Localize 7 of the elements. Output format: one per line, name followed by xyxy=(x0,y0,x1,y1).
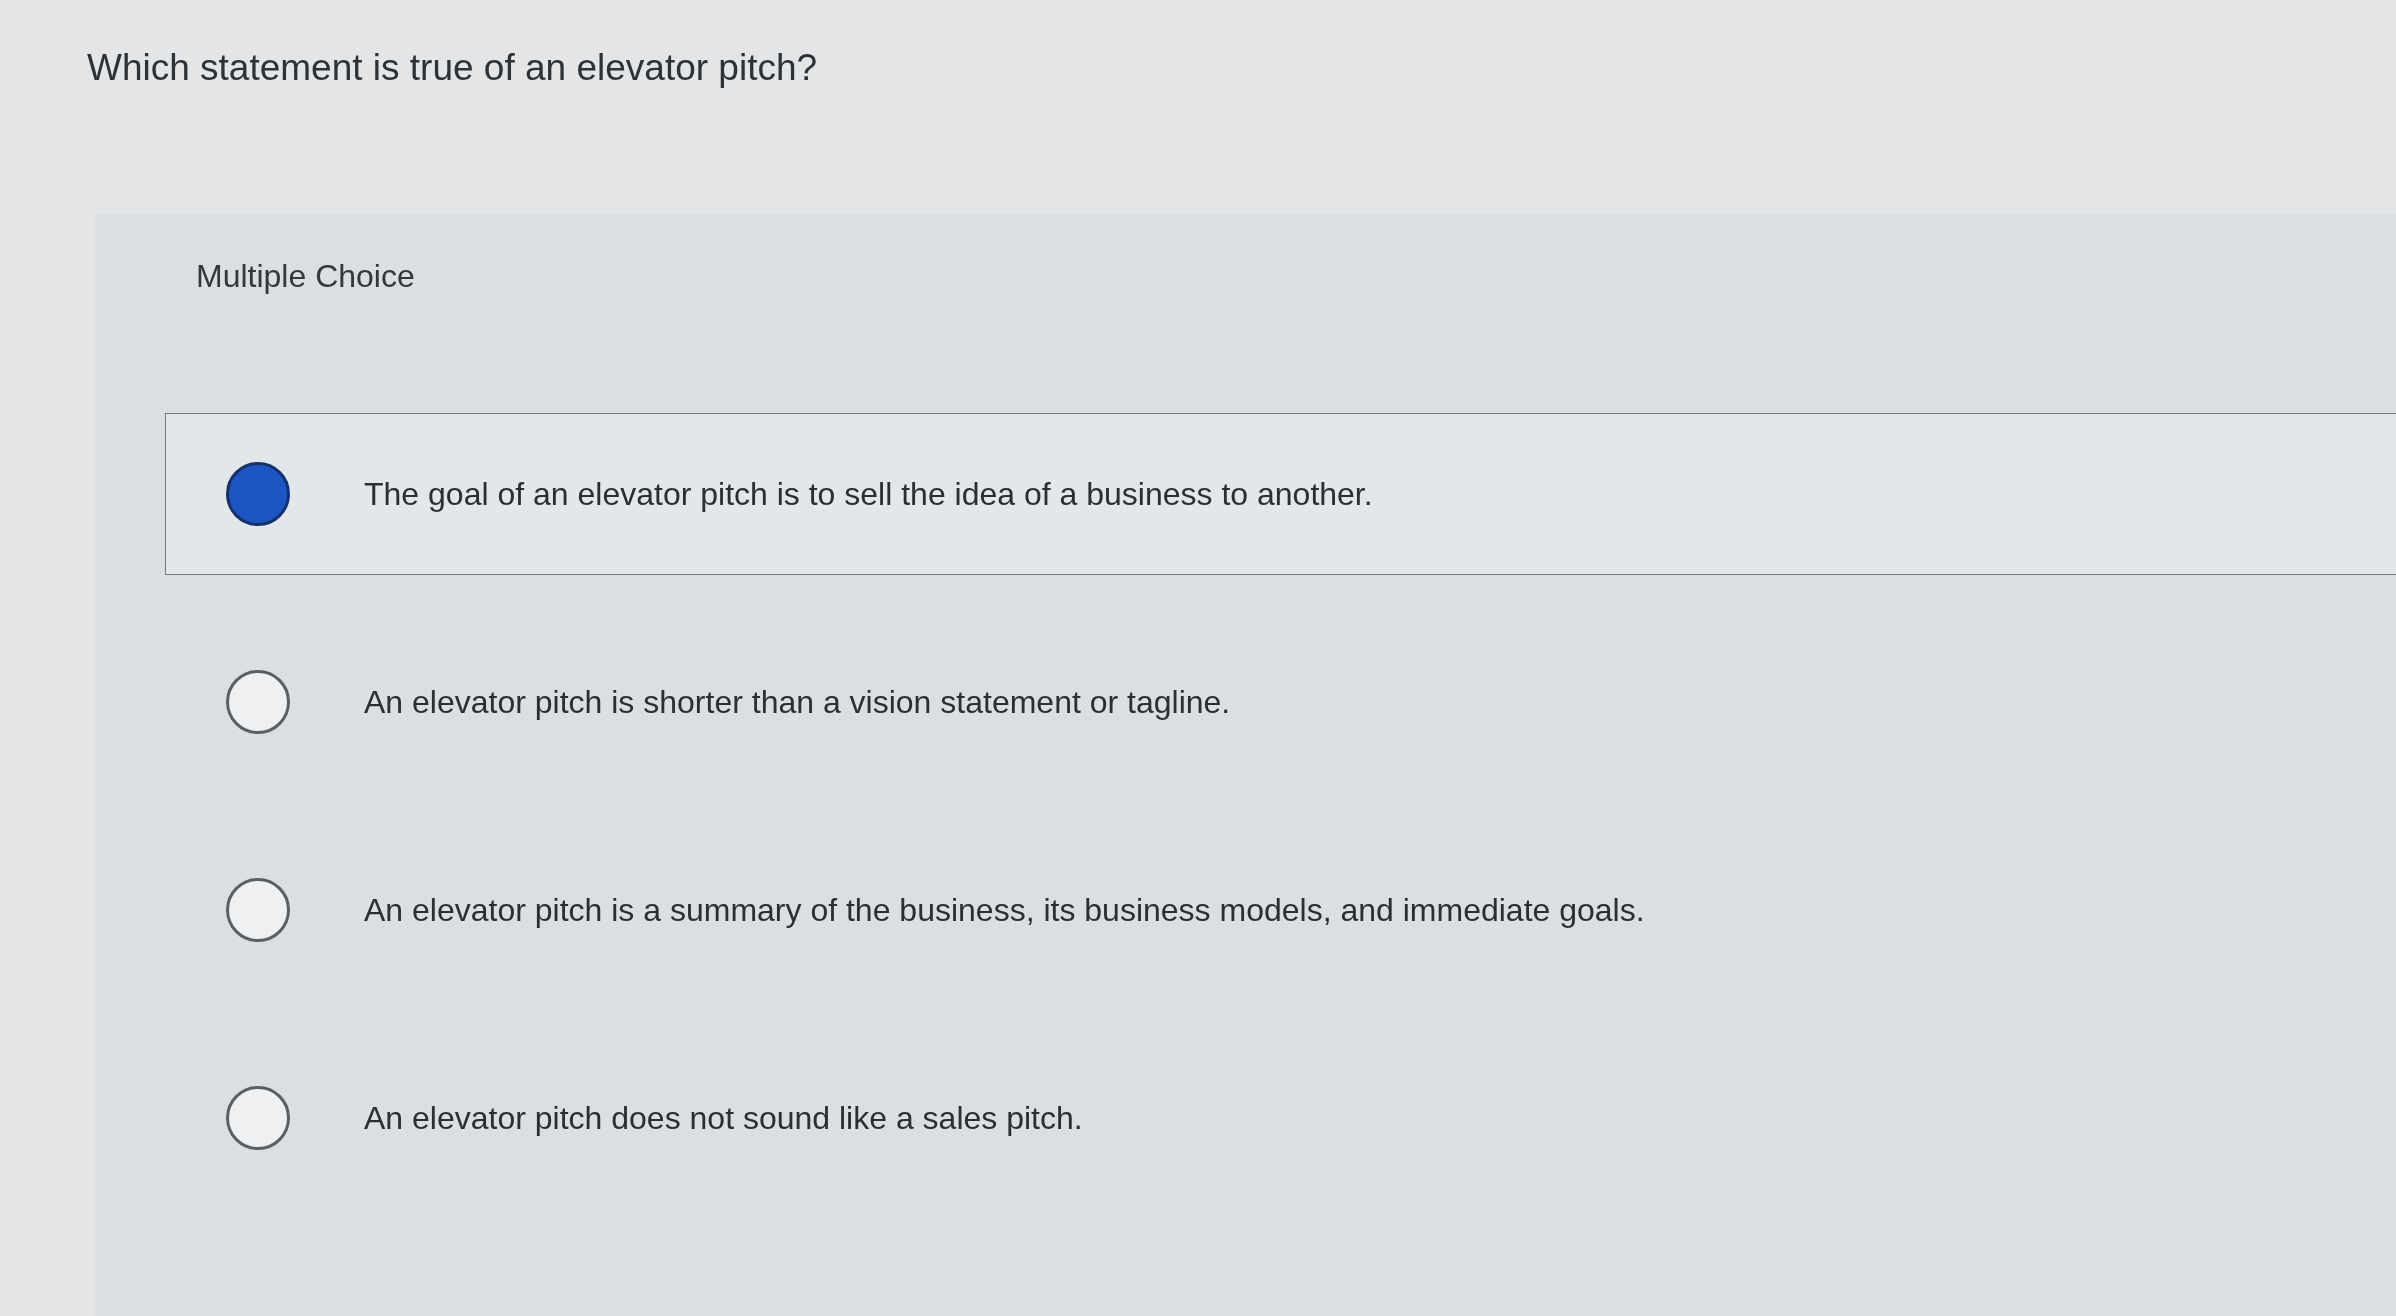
option-label[interactable]: The goal of an elevator pitch is to sell the idea of a business to another. xyxy=(364,475,1373,513)
question-text: Which statement is true of an elevator pitch? xyxy=(87,46,818,90)
selected-answer-row[interactable]: The goal of an elevator pitch is to sell the idea of a business to another. xyxy=(165,413,2396,576)
question-type-label: Multiple Choice xyxy=(196,258,415,296)
option-label[interactable]: An elevator pitch does not sound like a sales pitch. xyxy=(364,1099,1083,1137)
option-label[interactable]: An elevator pitch is shorter than a vision statement or tagline. xyxy=(364,683,1231,721)
option-label[interactable]: An elevator pitch is a summary of the business, its business models, and immediate goals. xyxy=(364,891,1645,929)
